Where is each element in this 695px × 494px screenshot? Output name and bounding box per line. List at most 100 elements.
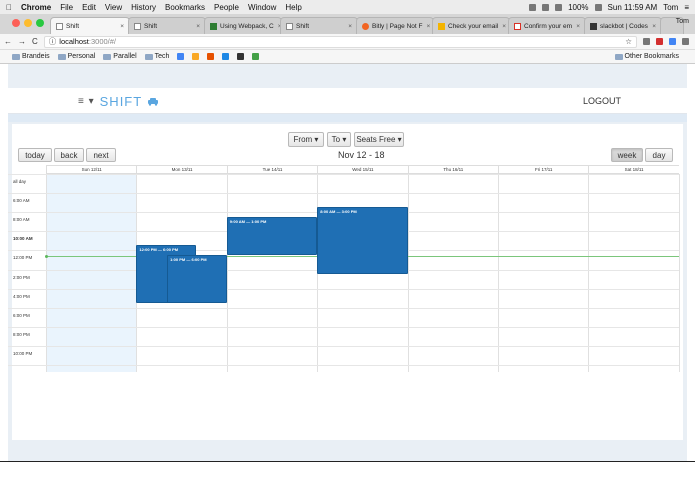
day-view-button[interactable]: day	[645, 148, 673, 162]
menu-edit[interactable]: Edit	[82, 3, 96, 12]
from-filter-button[interactable]: From ▾	[288, 132, 324, 147]
close-tab-icon[interactable]: ×	[422, 23, 430, 30]
wifi-icon[interactable]	[555, 3, 563, 11]
day-header-2[interactable]: Tue 14/11	[226, 165, 318, 174]
time-slot-line	[8, 193, 679, 195]
day-header-6[interactable]: Sat 18/11	[588, 165, 679, 174]
dropbox-icon[interactable]	[529, 3, 537, 11]
folder-icon	[12, 53, 20, 60]
extension-icon[interactable]	[669, 38, 676, 45]
bookmark-icon[interactable]	[222, 53, 230, 60]
menu-view[interactable]: View	[105, 3, 122, 12]
logout-link[interactable]: LOGOUT	[583, 96, 621, 106]
zoom-window-icon[interactable]	[36, 19, 44, 27]
tab-confirm-email[interactable]: Confirm your em ×	[508, 17, 586, 34]
tab-slackbot[interactable]: slackbot | Codes ×	[584, 17, 662, 34]
tab-bitly[interactable]: Bitly | Page Not F ×	[356, 17, 434, 34]
day-header-5[interactable]: Fri 17/11	[498, 165, 589, 174]
back-arrow-icon[interactable]: ←	[4, 37, 12, 46]
calendar-event[interactable]: 9:00 AM — 1:00 PM	[226, 216, 318, 255]
user-name[interactable]: Tom	[663, 3, 678, 12]
brand[interactable]: ≡ ▾ SHIFT	[78, 94, 159, 109]
close-tab-icon[interactable]: ×	[192, 23, 200, 30]
menu-dots-icon[interactable]	[682, 38, 689, 45]
tab-shift-1[interactable]: Shift ×	[50, 17, 130, 34]
bookmark-tech[interactable]: Tech	[144, 53, 170, 60]
star-icon[interactable]: ☆	[625, 37, 632, 46]
week-view-button[interactable]: week	[611, 148, 643, 162]
calendar-event[interactable]: 1:00 PM — 6:00 PM	[167, 254, 227, 303]
time-label: 6:00 PM	[13, 312, 30, 318]
menu-bookmarks[interactable]: Bookmarks	[165, 3, 205, 12]
time-label: 10:00 PM	[13, 350, 33, 356]
address-bar-row: ← → C ⓘ localhost:3000/#/ ☆	[0, 34, 695, 50]
bookmark-label: Tech	[154, 53, 170, 60]
close-tab-icon[interactable]: ×	[648, 23, 656, 30]
bookmark-icon[interactable]	[237, 53, 245, 60]
close-tab-icon[interactable]: ×	[572, 23, 580, 30]
header-band	[8, 114, 687, 122]
tab-check-email[interactable]: Check your email ×	[432, 17, 510, 34]
folder-icon	[144, 53, 153, 60]
close-tab-icon[interactable]: ×	[344, 23, 352, 30]
reload-icon[interactable]: C	[32, 37, 38, 46]
close-tab-icon[interactable]: ×	[116, 23, 124, 30]
tab-webpack[interactable]: Using Webpack, C×	[204, 17, 282, 34]
today-button[interactable]: today	[18, 148, 52, 162]
menu-people[interactable]: People	[214, 3, 239, 12]
menu-help[interactable]: Help	[285, 3, 301, 12]
bookmark-icon[interactable]	[192, 53, 200, 60]
gmail-icon	[514, 22, 521, 30]
forward-arrow-icon[interactable]: →	[18, 37, 26, 46]
hamburger-menu-icon[interactable]: ≡ ▾	[78, 96, 95, 107]
extension-icon[interactable]	[656, 38, 663, 45]
time-slot-line	[8, 365, 679, 366]
tab-shift-3[interactable]: Shift ×	[280, 17, 358, 34]
app-navbar: ≡ ▾ SHIFT LOGOUT	[8, 88, 687, 114]
google-bookmark-icon[interactable]	[177, 53, 185, 60]
battery-icon[interactable]	[594, 3, 602, 11]
close-tab-icon[interactable]: ×	[498, 23, 506, 30]
menu-app-name[interactable]: Chrome	[21, 3, 51, 12]
clock[interactable]: Sun 11:59 AM	[608, 3, 658, 12]
back-button[interactable]: back	[54, 148, 84, 162]
menu-file[interactable]: File	[60, 3, 73, 12]
day-header-4[interactable]: Thu 16/11	[407, 165, 498, 174]
bookmark-icon[interactable]	[207, 53, 215, 60]
bookmark-parallel[interactable]: Parallel	[103, 53, 137, 60]
day-header-3[interactable]: Wed 15/11	[317, 165, 408, 174]
apple-icon[interactable]: 	[6, 3, 12, 12]
bookmark-brandeis[interactable]: Brandeis	[12, 53, 50, 60]
tab-shift-2[interactable]: Shift ×	[128, 17, 206, 34]
folder-icon	[57, 53, 66, 60]
bookmark-personal[interactable]: Personal	[57, 53, 95, 60]
seats-free-filter-button[interactable]: Seats Free ▾	[354, 132, 404, 147]
day-column-divider	[588, 174, 590, 372]
time-slot-line	[8, 345, 679, 347]
mac-menubar:  Chrome File Edit View History Bookmark…	[0, 0, 695, 14]
day-header-0[interactable]: Sun 12/11	[46, 165, 137, 174]
tab-label: Shift	[66, 22, 80, 30]
minimize-window-icon[interactable]	[24, 19, 32, 27]
car-icon	[148, 98, 159, 106]
extension-icon[interactable]	[643, 38, 650, 45]
info-icon[interactable]: ⓘ	[49, 36, 57, 47]
tab-label: Using Webpack, C	[220, 22, 274, 30]
close-window-icon[interactable]	[12, 19, 20, 27]
page-icon	[286, 22, 293, 30]
url-input[interactable]: ⓘ localhost:3000/#/ ☆	[43, 35, 637, 48]
next-button[interactable]: next	[86, 148, 116, 162]
bookmark-label: Parallel	[113, 53, 137, 60]
calendar-event[interactable]: 8:00 AM — 3:00 PM	[317, 207, 408, 275]
to-filter-button[interactable]: To ▾	[327, 132, 351, 147]
search-icon[interactable]	[542, 3, 550, 11]
codes-icon	[590, 22, 597, 30]
bookmark-icon[interactable]	[252, 53, 260, 60]
profile-name[interactable]: Tom	[676, 18, 689, 25]
other-bookmarks[interactable]: Other Bookmarks	[614, 53, 679, 60]
brand-name: SHIFT	[99, 94, 143, 109]
day-header-1[interactable]: Mon 13/11	[136, 165, 227, 174]
menu-history[interactable]: History	[131, 3, 156, 12]
list-icon[interactable]: ≡	[684, 3, 689, 12]
menu-window[interactable]: Window	[248, 3, 276, 12]
